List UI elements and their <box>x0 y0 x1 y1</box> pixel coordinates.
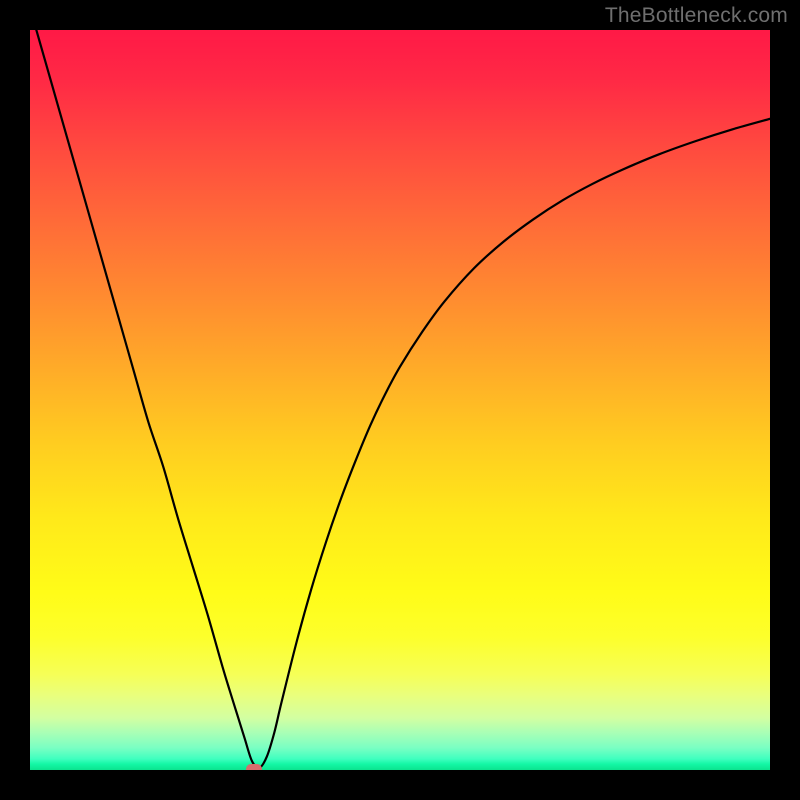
curve-marker <box>246 764 262 770</box>
bottleneck-curve <box>30 30 770 770</box>
chart-frame: TheBottleneck.com <box>0 0 800 800</box>
watermark-text: TheBottleneck.com <box>605 4 788 28</box>
plot-area <box>30 30 770 770</box>
